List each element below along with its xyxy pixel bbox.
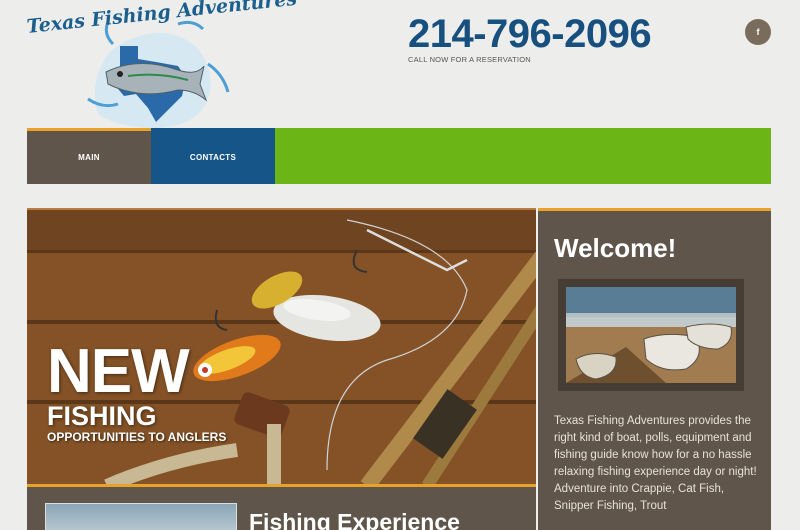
site-logo[interactable]: Texas Fishing Adventures: [26, 0, 298, 129]
nav-item-label: CONTACTS: [189, 153, 237, 162]
welcome-title: Welcome!: [554, 233, 677, 263]
welcome-panel: Welcome! Texas Fishing Adventures provid…: [538, 208, 771, 530]
welcome-photo: [558, 279, 744, 391]
boats-image: [566, 287, 736, 383]
nav-item-main[interactable]: MAIN: [27, 128, 151, 184]
facebook-button[interactable]: f: [745, 19, 771, 45]
facebook-icon: f: [756, 27, 760, 37]
welcome-text: Texas Fishing Adventures provides the ri…: [554, 415, 757, 512]
hero-headline: NEW: [47, 337, 190, 406]
logo-wordmark-text: Texas Fishing Adventures: [25, 0, 299, 38]
hero-banner[interactable]: NEW FISHING OPPORTUNITIES TO ANGLERS: [27, 208, 536, 484]
nav-item-contacts[interactable]: CONTACTS: [151, 128, 275, 184]
feature-strip: Fishing Experience: [27, 484, 536, 530]
feature-title[interactable]: Fishing Experience: [249, 509, 460, 530]
hero-caption: NEW FISHING OPPORTUNITIES TO ANGLERS: [47, 337, 227, 445]
phone-caption: CALL NOW FOR A RESERVATION: [408, 55, 531, 64]
hero-subheadline: FISHING: [47, 401, 157, 431]
phone-block: 214-796-2096 CALL NOW FOR A RESERVATION: [408, 12, 652, 64]
main-nav: MAIN CONTACTS: [27, 128, 771, 184]
phone-number[interactable]: 214-796-2096: [408, 12, 652, 56]
hero-tagline: OPPORTUNITIES TO ANGLERS: [47, 430, 227, 444]
logo-wordmark: Texas Fishing Adventures: [26, 0, 298, 64]
feature-photo: [45, 503, 237, 530]
nav-item-label: MAIN: [78, 153, 100, 162]
